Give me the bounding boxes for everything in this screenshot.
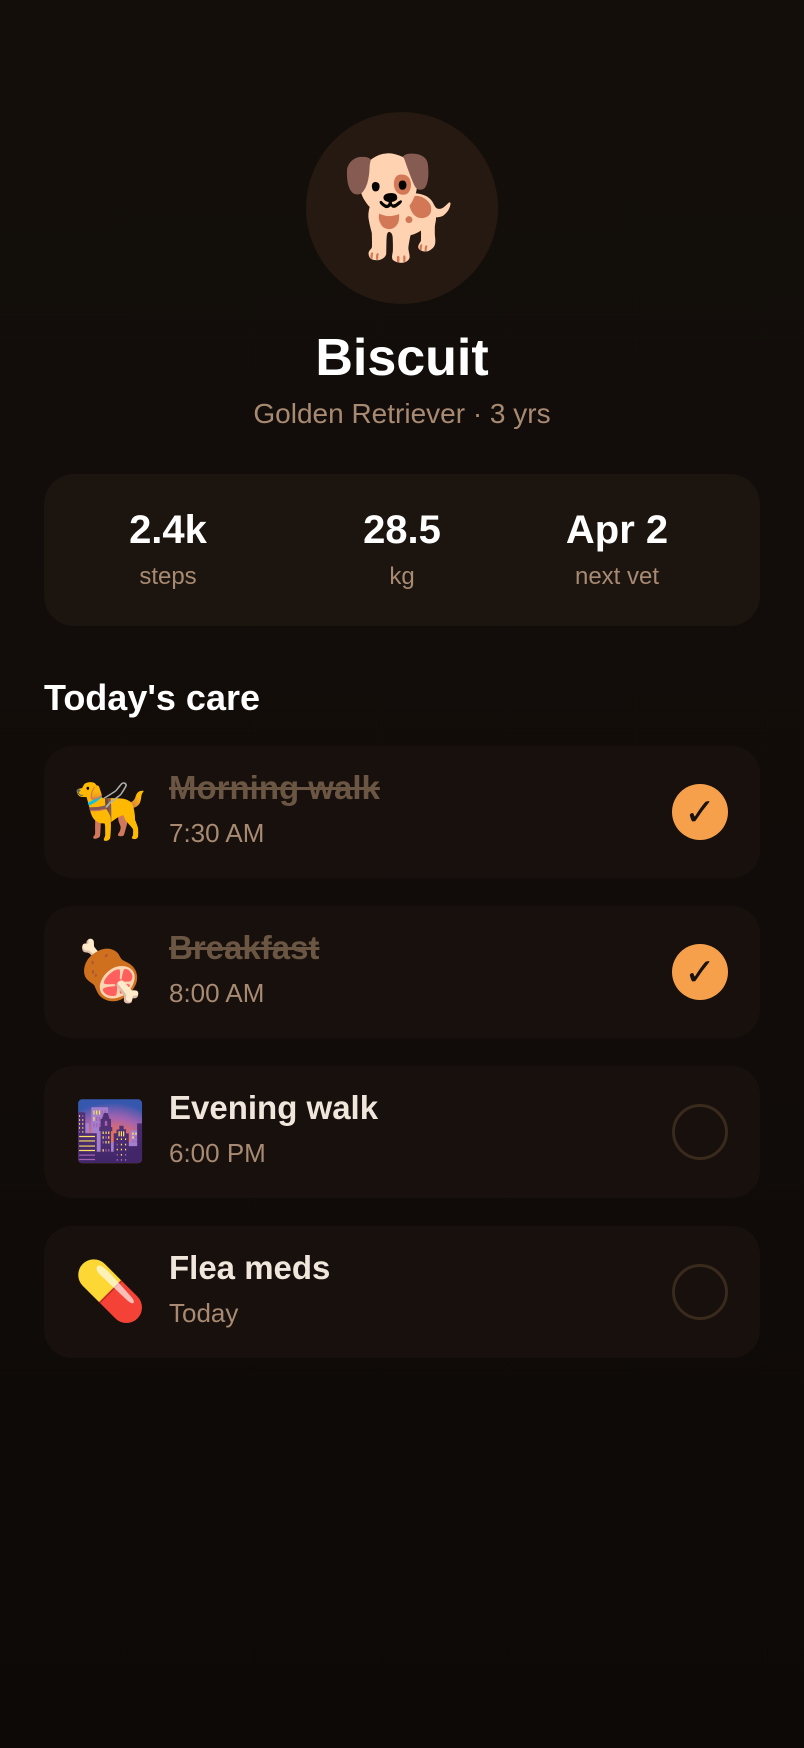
complete-toggle[interactable]: ✓ [672,944,728,1000]
care-item-time: 7:30 AM [169,818,265,848]
care-item-flea-meds[interactable]: 💊 Flea meds Today ✓ [44,1226,760,1358]
guide-dog-icon: 🦮 [74,779,147,844]
care-item-evening-walk[interactable]: 🌆 Evening walk 6:00 PM ✓ [44,1066,760,1198]
pill-icon: 💊 [74,1259,147,1324]
stat-label: next vet [574,563,660,590]
stat-value: Apr 2 [565,508,669,552]
stats-card: 2.4k steps 28.5 kg Apr 2 next vet [44,474,760,626]
care-item-time: 8:00 AM [169,978,265,1008]
complete-toggle[interactable]: ✓ [672,1264,728,1320]
care-item-time: 6:00 PM [169,1138,266,1168]
checkmark-icon: ✓ [684,950,716,994]
care-item-title: Flea meds [169,1249,331,1286]
stat-value: 28.5 [363,508,441,552]
checkmark-icon: ✓ [684,790,716,834]
care-item-time: Today [169,1298,239,1328]
pet-breed-age: Golden Retriever · 3 yrs [253,398,551,429]
pet-avatar[interactable]: 🐕 [306,112,498,304]
care-item-morning-walk[interactable]: 🦮 Morning walk 7:30 AM ✓ [44,746,760,878]
section-title-todays-care: Today's care [44,677,260,718]
care-item-title: Morning walk [169,769,380,806]
pet-name: Biscuit [315,329,489,387]
complete-toggle[interactable]: ✓ [672,784,728,840]
care-item-title: Breakfast [169,929,320,966]
complete-toggle[interactable]: ✓ [672,1104,728,1160]
stat-label: steps [139,563,197,590]
stat-label: kg [389,563,415,590]
care-item-title: Evening walk [169,1089,379,1126]
city-dusk-icon: 🌆 [74,1099,147,1164]
stat-value: 2.4k [129,508,207,552]
care-item-breakfast[interactable]: 🍖 Breakfast 8:00 AM ✓ [44,906,760,1038]
meat-on-bone-icon: 🍖 [74,939,147,1004]
dog-icon: 🐕 [339,152,465,264]
